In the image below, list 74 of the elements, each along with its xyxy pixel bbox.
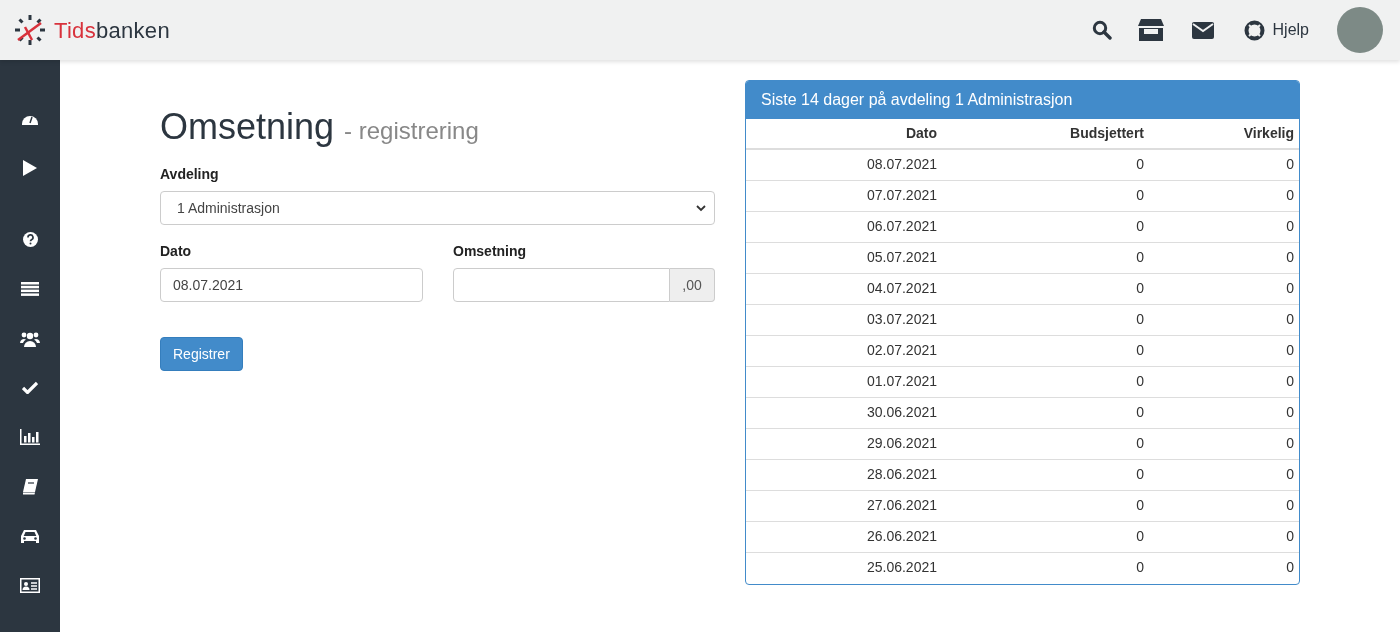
- table-cell: 01.07.2021: [746, 366, 942, 397]
- table-cell: 0: [942, 304, 1149, 335]
- table-cell: 0: [1149, 397, 1299, 428]
- car-icon[interactable]: [20, 529, 40, 545]
- table-cell: 27.06.2021: [746, 490, 942, 521]
- table-cell: 29.06.2021: [746, 428, 942, 459]
- logo-text[interactable]: Tidsbanken: [54, 13, 170, 47]
- table-cell: 0: [1149, 335, 1299, 366]
- table-cell: 0: [942, 459, 1149, 490]
- panel-title: Siste 14 dager på avdeling 1 Administrasjon: [746, 81, 1299, 119]
- table-cell: 0: [1149, 490, 1299, 521]
- field-label: Omsetning: [453, 242, 528, 261]
- table-cell: 0: [1149, 149, 1299, 180]
- table-cell: 30.06.2021: [746, 397, 942, 428]
- table-cell: 0: [1149, 242, 1299, 273]
- column-header: Dato: [746, 119, 942, 149]
- table-cell: 0: [942, 242, 1149, 273]
- bar-chart-icon[interactable]: [20, 429, 40, 445]
- table-cell: 0: [942, 490, 1149, 521]
- table-cell: 04.07.2021: [746, 273, 942, 304]
- table-cell: 0: [942, 273, 1149, 304]
- register-button[interactable]: Registrer: [160, 337, 243, 371]
- play-icon[interactable]: [23, 160, 37, 176]
- table-cell: 0: [1149, 366, 1299, 397]
- book-icon[interactable]: [22, 479, 38, 495]
- id-card-icon[interactable]: [20, 578, 40, 593]
- checkmark-icon[interactable]: [22, 381, 38, 394]
- field-label: Dato: [160, 242, 193, 261]
- chevron-down-icon: [696, 204, 706, 212]
- date-input[interactable]: 08.07.2021: [160, 268, 423, 302]
- page-title: Omsetning: [160, 105, 335, 149]
- users-icon[interactable]: [20, 331, 40, 347]
- table-cell: 0: [942, 211, 1149, 242]
- table-cell: 0: [942, 335, 1149, 366]
- table-cell: 26.06.2021: [746, 521, 942, 552]
- table-cell: 0: [1149, 273, 1299, 304]
- search-icon[interactable]: [1091, 20, 1112, 40]
- table-cell: 0: [942, 428, 1149, 459]
- lifebuoy-icon: [1243, 19, 1265, 41]
- table-cell: 0: [1149, 428, 1299, 459]
- envelope-icon[interactable]: [1191, 21, 1214, 39]
- table-cell: 03.07.2021: [746, 304, 942, 335]
- table-cell: 0: [1149, 180, 1299, 211]
- table-cell: 05.07.2021: [746, 242, 942, 273]
- table-cell: 0: [942, 366, 1149, 397]
- table-cell: 0: [1149, 521, 1299, 552]
- field-label: Avdeling: [160, 165, 220, 184]
- revenue-input[interactable]: [453, 268, 670, 302]
- table-cell: 07.07.2021: [746, 180, 942, 211]
- table-cell: 0: [942, 521, 1149, 552]
- table-cell: 25.06.2021: [746, 552, 942, 583]
- page-subtitle: - registrering: [344, 116, 479, 146]
- table-cell: 28.06.2021: [746, 459, 942, 490]
- table-cell: 0: [942, 552, 1149, 583]
- table-cell: 0: [942, 180, 1149, 211]
- table-cell: 0: [942, 149, 1149, 180]
- decimal-suffix: ,00: [670, 268, 715, 302]
- table-cell: 0: [1149, 459, 1299, 490]
- table-cell: 0: [1149, 304, 1299, 335]
- help-icon[interactable]: [22, 232, 38, 247]
- store-icon[interactable]: [1137, 19, 1164, 41]
- column-header: Budsjettert: [942, 119, 1149, 149]
- table-cell: 0: [942, 397, 1149, 428]
- table-cell: 02.07.2021: [746, 335, 942, 366]
- help-link[interactable]: Hjelp: [1243, 18, 1309, 42]
- table-cell: 0: [1149, 211, 1299, 242]
- department-select[interactable]: 1 Administrasjon: [160, 191, 715, 225]
- list-icon[interactable]: [21, 282, 39, 296]
- table-cell: 08.07.2021: [746, 149, 942, 180]
- column-header: Virkelig: [1149, 119, 1299, 149]
- avatar[interactable]: [1337, 7, 1383, 53]
- clock-logo-icon: [14, 14, 46, 46]
- table-cell: 0: [1149, 552, 1299, 583]
- table-cell: 06.07.2021: [746, 211, 942, 242]
